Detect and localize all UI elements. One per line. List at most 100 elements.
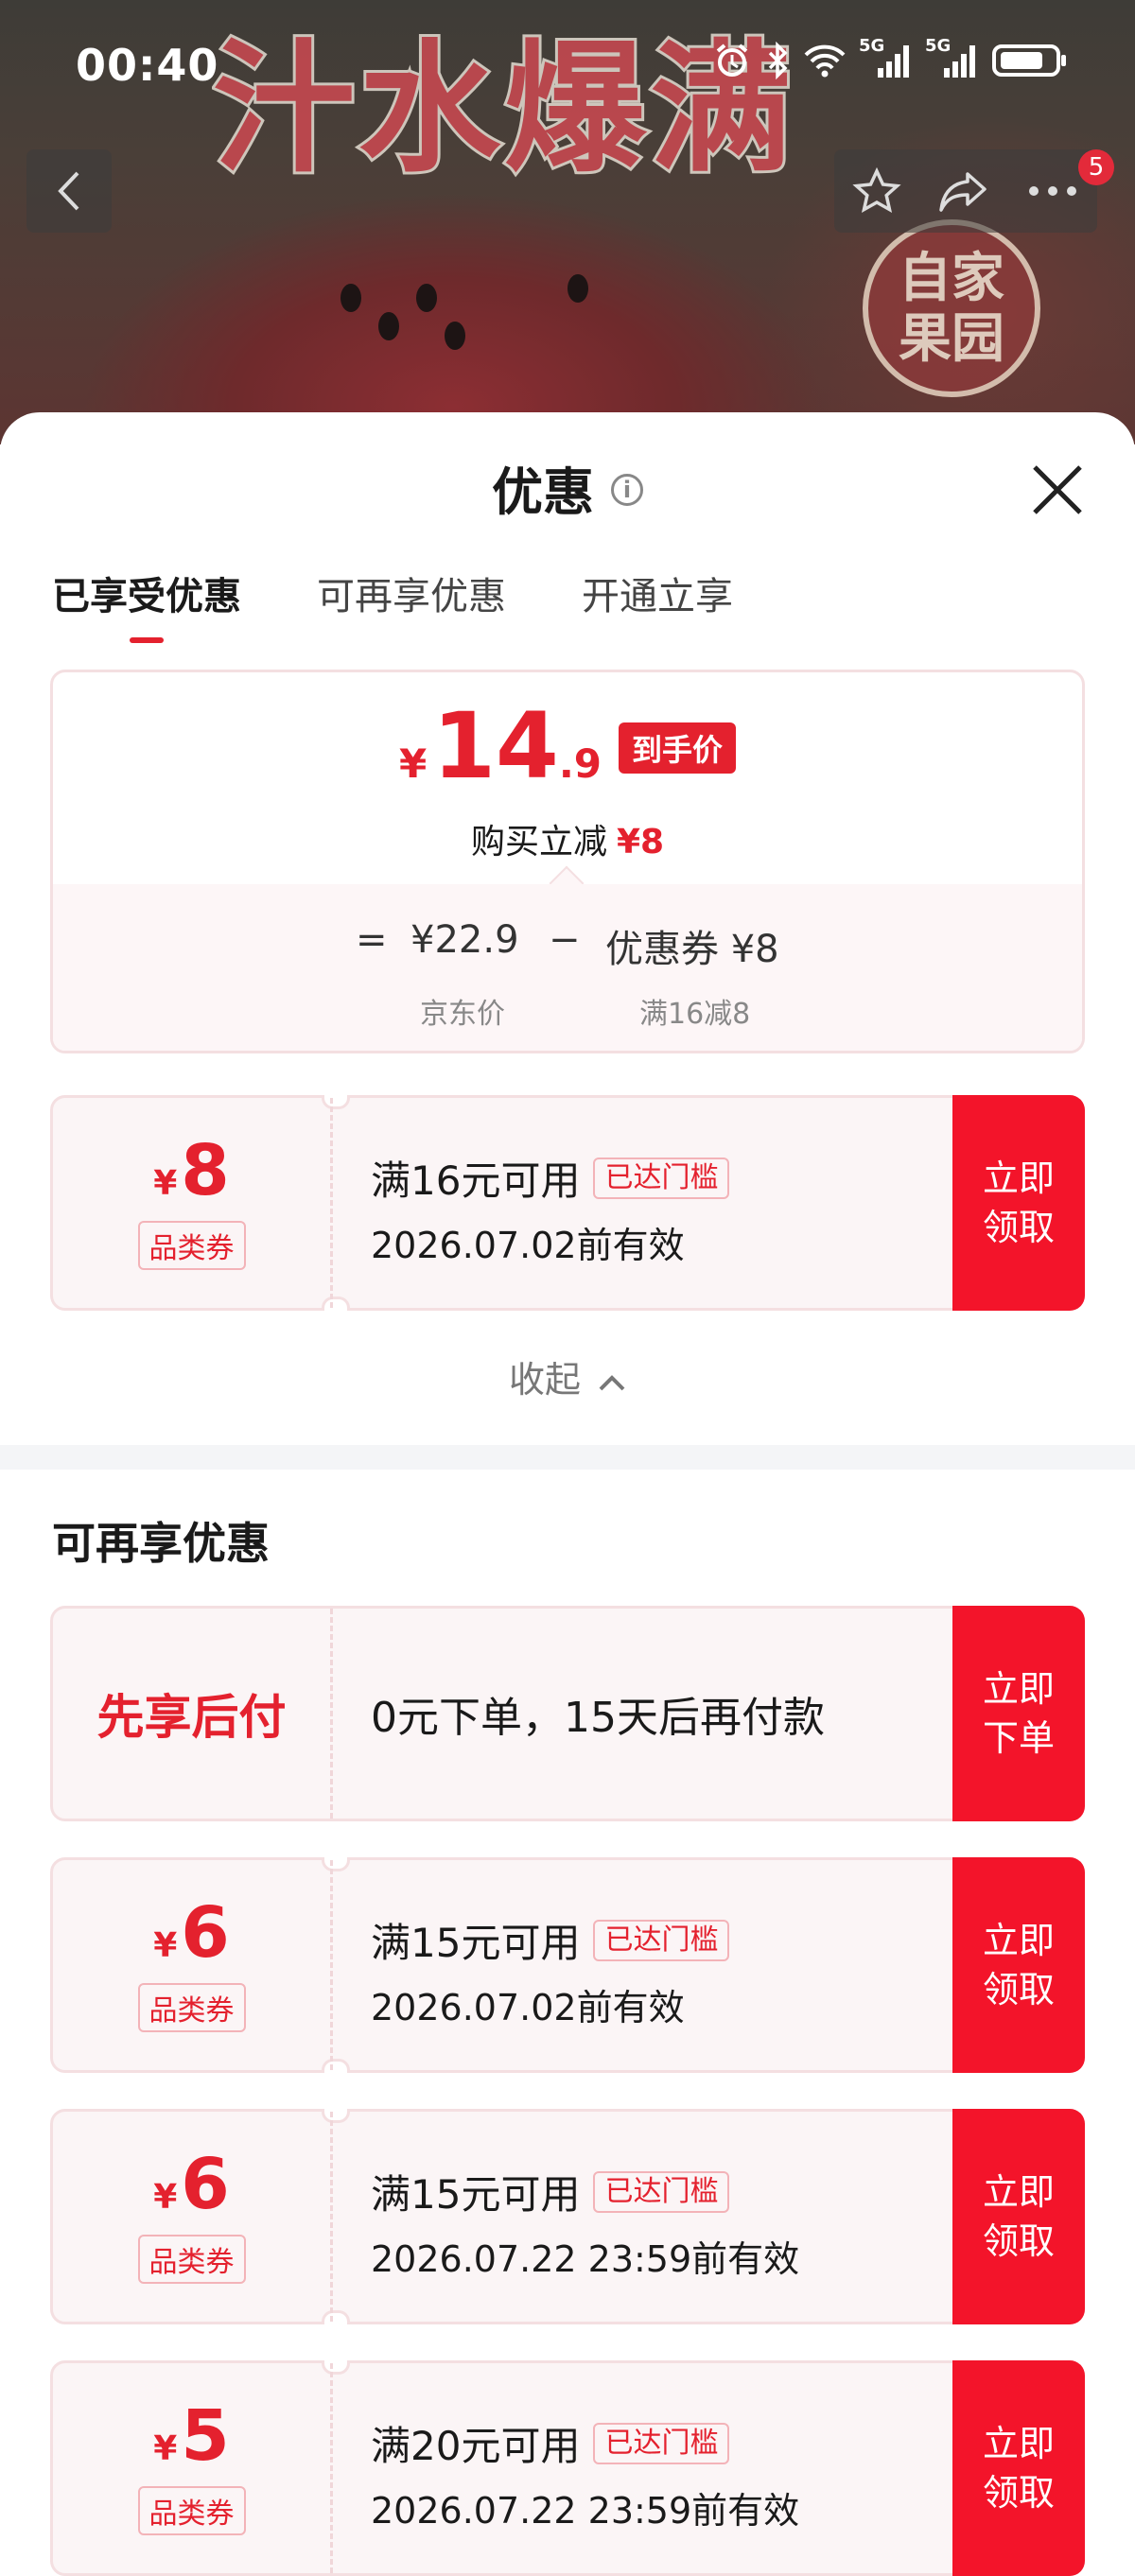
status-icons: 5G 5G (713, 36, 1069, 79)
watermelon-seed (378, 312, 399, 340)
instant-reduction: 购买立减 ¥8 (53, 814, 1082, 863)
final-price: ¥ 14 .9 到手价 (53, 701, 1082, 792)
coupon-card: ¥6 品类券 满15元可用 已达门槛 2026.07.02前有效 立即领取 (50, 1857, 1085, 2073)
coupon-details: 满20元可用 已达门槛 2026.07.22 23:59前有效 (371, 2414, 931, 2533)
pay-later-title: 先享后付 (96, 1690, 287, 1745)
threshold-met-badge: 已达门槛 (593, 2422, 730, 2464)
cellular-signal-1-icon: 5G (859, 36, 912, 79)
equals-sign: = (356, 918, 388, 962)
tab-open-membership[interactable]: 开通立享 (582, 566, 733, 643)
coupon-condition: 满20元可用 (371, 2423, 581, 2469)
collapse-toggle[interactable]: 收起 (0, 1350, 1135, 1402)
coupon-condition-row: 满15元可用 已达门槛 (371, 2163, 931, 2220)
watermelon-seed (416, 284, 437, 312)
cellular-signal-2-icon: 5G (925, 36, 978, 79)
coupon-currency: ¥ (153, 2178, 178, 2217)
price-summary-card: ¥ 14 .9 到手价 购买立减 ¥8 = ¥22.9 − 优惠券 ¥8 京东价 … (50, 670, 1085, 1053)
coupon-condition-row: 满16元可用 已达门槛 (371, 1149, 931, 1207)
claim-coupon-button[interactable]: 立即领取 (952, 1857, 1085, 2073)
coupon-condition: 满15元可用 (371, 1920, 581, 1966)
discount-tabs: 已享受优惠 可再享优惠 开通立享 (52, 566, 733, 643)
coupon-details: 满15元可用 已达门槛 2026.07.02前有效 (371, 1911, 931, 2030)
coupon-validity: 2026.07.02前有效 (371, 1225, 685, 1266)
coupon-value: ¥6 品类券 (53, 1860, 333, 2070)
coupon-card: ¥8 品类券 满16元可用 已达门槛 2026.07.02前有效 立即领取 (50, 1095, 1085, 1311)
info-icon[interactable]: i (611, 474, 643, 507)
chevron-left-icon (58, 171, 79, 211)
claim-coupon-button[interactable]: 立即领取 (952, 2360, 1085, 2576)
coupon-type-label: 品类券 (137, 2235, 246, 2284)
coupon-card: ¥5 品类券 满20元可用 已达门槛 2026.07.22 23:59前有效 立即… (50, 2360, 1085, 2576)
top-actions (834, 149, 1097, 233)
threshold-met-badge: 已达门槛 (593, 1919, 730, 1961)
claim-coupon-label: 立即领取 (982, 1920, 1055, 2010)
coupon-value: ¥5 品类券 (53, 2363, 333, 2573)
claim-coupon-label: 立即领取 (982, 1157, 1055, 1248)
collapse-label: 收起 (508, 1359, 581, 1401)
sheet-title-row: 优惠 i (0, 450, 1135, 525)
sheet-title: 优惠 (492, 462, 594, 522)
tab-more-discounts[interactable]: 可再享优惠 (317, 566, 506, 643)
watermelon-seed (340, 284, 361, 312)
pay-later-card: 先享后付 0元下单，15天后再付款 立即下单 (50, 1606, 1085, 1821)
price-decimal: .9 (558, 740, 602, 787)
price-currency: ¥ (398, 740, 428, 787)
claim-coupon-button[interactable]: 立即领取 (952, 2109, 1085, 2324)
final-price-tag: 到手价 (619, 722, 737, 774)
product-image-stamp-text: 自家果园 (899, 247, 1004, 370)
coupon-deduction: 优惠券 ¥8 (605, 928, 779, 971)
reduction-value: ¥8 (616, 823, 665, 862)
close-icon[interactable] (1029, 461, 1086, 518)
coupon-type-label: 品类券 (137, 2486, 246, 2535)
final-price-section: ¥ 14 .9 到手价 购买立减 ¥8 (53, 672, 1082, 884)
price-integer: 14 (432, 693, 559, 799)
coupon-currency: ¥ (153, 2429, 178, 2468)
coupon-validity: 2026.07.22 23:59前有效 (371, 2490, 800, 2532)
minus-sign: − (549, 918, 581, 962)
price-breakdown: = ¥22.9 − 优惠券 ¥8 京东价 满16减8 (53, 884, 1082, 1051)
status-time: 00:40 (76, 40, 219, 91)
star-icon[interactable] (852, 166, 901, 216)
message-count-badge: 5 (1078, 149, 1114, 185)
coupon-type-label: 品类券 (137, 1983, 246, 2032)
coupon-amount: ¥6 (153, 2150, 230, 2219)
coupon-amount: ¥5 (153, 2401, 230, 2471)
back-button[interactable] (26, 149, 112, 233)
more-discounts-heading: 可再享优惠 (52, 1518, 270, 1569)
wifi-icon (804, 44, 846, 78)
coupon-condition-row: 满15元可用 已达门槛 (371, 1911, 931, 1969)
coupon-rule-label: 满16减8 (639, 998, 751, 1031)
alarm-icon (716, 44, 748, 77)
tab-enjoyed-discounts[interactable]: 已享受优惠 (52, 566, 241, 643)
base-price: ¥22.9 (410, 918, 519, 962)
coupon-validity: 2026.07.02前有效 (371, 1987, 685, 2028)
watermelon-seed (568, 274, 588, 303)
coupon-condition: 满15元可用 (371, 2171, 581, 2218)
coupon-amount: ¥6 (153, 1898, 230, 1968)
coupon-amount-value: 6 (181, 1892, 230, 1974)
coupon-amount: ¥8 (153, 1136, 230, 1206)
order-now-button[interactable]: 立即下单 (952, 1606, 1085, 1821)
base-price-label: 京东价 (420, 998, 505, 1031)
coupon-currency: ¥ (153, 1926, 178, 1965)
coupon-amount-value: 5 (181, 2395, 230, 2477)
coupon-type-label: 品类券 (137, 1221, 246, 1270)
bluetooth-icon (768, 42, 788, 79)
status-bar: 00:40 5G 5G (0, 0, 1135, 132)
coupon-details: 满16元可用 已达门槛 2026.07.02前有效 (371, 1149, 931, 1268)
share-icon[interactable] (937, 166, 990, 216)
order-now-label: 立即下单 (982, 1668, 1055, 1759)
section-divider (0, 1445, 1135, 1470)
coupon-amount-value: 6 (181, 2144, 230, 2225)
coupon-value: ¥6 品类券 (53, 2112, 333, 2322)
more-icon[interactable] (1026, 182, 1079, 200)
claim-coupon-label: 立即领取 (982, 2423, 1055, 2514)
threshold-met-badge: 已达门槛 (593, 2170, 730, 2213)
product-image-stamp: 自家果园 (863, 219, 1040, 397)
coupon-card: ¥6 品类券 满15元可用 已达门槛 2026.07.22 23:59前有效 立即… (50, 2109, 1085, 2324)
reduction-label: 购买立减 (470, 823, 607, 862)
watermelon-seed (445, 322, 465, 350)
discount-sheet: 优惠 i 已享受优惠 可再享优惠 开通立享 ¥ 14 .9 到手价 购买立减 ¥8 … (0, 412, 1135, 2576)
chevron-up-icon (599, 1375, 625, 1391)
claim-coupon-button[interactable]: 立即领取 (952, 1095, 1085, 1311)
